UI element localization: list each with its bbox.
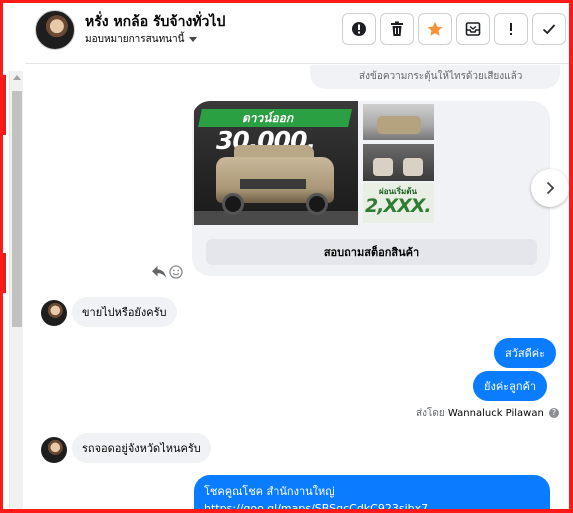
- customer-avatar[interactable]: [41, 300, 67, 326]
- message-status: ส่งข้อความกระตุ้นให้ไทรด้วยเสียงแล้ว: [359, 71, 523, 82]
- showroom-floor: [194, 211, 358, 225]
- conversation-header: หรั่ง หกล้อ รับจ้างทั่วไป มอบหมายการสนทน…: [25, 6, 569, 64]
- sent-by-label: ส่งโดย Wannaluck Pilawan ?: [416, 406, 559, 421]
- delete-button[interactable]: [380, 13, 414, 45]
- car-thumbnail: [377, 116, 421, 134]
- sent-by-prefix: ส่งโดย: [416, 408, 445, 419]
- star-icon: [427, 21, 443, 36]
- gutter-marker: [3, 75, 6, 135]
- favorite-button[interactable]: [418, 13, 452, 45]
- installment-price: 2,XXX.: [365, 195, 432, 217]
- scrollbar[interactable]: [9, 71, 23, 509]
- left-gutter: [3, 3, 25, 509]
- map-link[interactable]: https://goo.gl/maps/SBSgcCdkC923sjbx7: [204, 500, 540, 509]
- car-grille: [240, 179, 306, 189]
- scroll-up-arrow-icon[interactable]: [13, 75, 21, 80]
- done-button[interactable]: [532, 13, 566, 45]
- info-icon[interactable]: ?: [549, 408, 559, 418]
- reply-icon[interactable]: [151, 265, 167, 279]
- message-thread: ส่งข้อความกระตุ้นให้ไทรด้วยเสียงแล้ว ดาว…: [25, 65, 569, 509]
- location-title: โชคคูณโชค สำนักงานใหญ่: [204, 485, 335, 498]
- product-card: ดาวน์ออก 30,000. ผ่อนเริ่มต้น 2,XXX. สอบ: [192, 101, 550, 276]
- mark-spam-button[interactable]: [342, 13, 376, 45]
- caret-down-icon: [189, 36, 198, 42]
- follow-up-button[interactable]: [494, 13, 528, 45]
- outgoing-message[interactable]: ยังค่ะลูกค้า: [473, 371, 548, 401]
- car-seat: [373, 158, 393, 176]
- assign-label: มอบหมายการสนทนานี้: [85, 34, 185, 45]
- gutter-marker: [3, 253, 6, 293]
- contact-avatar[interactable]: [35, 10, 75, 50]
- emoji-reaction-icon[interactable]: [169, 265, 183, 279]
- incoming-message[interactable]: ขายไปหรือยังครับ: [72, 297, 177, 327]
- car-wheel: [222, 193, 244, 215]
- inquire-stock-button[interactable]: สอบถามสต็อกสินค้า: [206, 239, 537, 265]
- agent-name: Wannaluck Pilawan: [447, 408, 544, 419]
- product-thumbnail-interior[interactable]: [363, 144, 434, 181]
- check-icon: [542, 24, 556, 35]
- car-seat: [403, 158, 423, 176]
- scrollbar-thumb[interactable]: [12, 91, 22, 327]
- contact-name[interactable]: หรั่ง หกล้อ รับจ้างทั่วไป: [85, 11, 225, 33]
- archive-icon: [465, 22, 481, 36]
- conversation-toolbar: [342, 13, 566, 45]
- car-wheel: [306, 193, 328, 215]
- exclamation-circle-icon: [352, 22, 366, 36]
- window-frame: หรั่ง หกล้อ รับจ้างทั่วไป มอบหมายการสนทน…: [0, 0, 573, 513]
- chevron-right-icon: [546, 181, 555, 195]
- assign-conversation-dropdown[interactable]: มอบหมายการสนทนานี้: [85, 32, 198, 47]
- carousel-next-button[interactable]: [531, 169, 569, 207]
- archive-button[interactable]: [456, 13, 490, 45]
- product-thumbnail-exterior[interactable]: [363, 104, 434, 140]
- outgoing-location-message[interactable]: โชคคูณโชค สำนักงานใหญ่ https://goo.gl/ma…: [194, 475, 550, 509]
- product-image[interactable]: ดาวน์ออก 30,000.: [194, 101, 358, 225]
- customer-avatar[interactable]: [41, 437, 67, 463]
- incoming-message[interactable]: รถจอดอยู่จังหวัดไหนครับ: [72, 433, 211, 463]
- exclamation-icon: [510, 23, 512, 35]
- trash-icon: [391, 21, 403, 36]
- outgoing-message[interactable]: สวัสดีค่ะ: [494, 338, 557, 368]
- product-thumbnail-installment[interactable]: ผ่อนเริ่มต้น 2,XXX.: [363, 183, 434, 223]
